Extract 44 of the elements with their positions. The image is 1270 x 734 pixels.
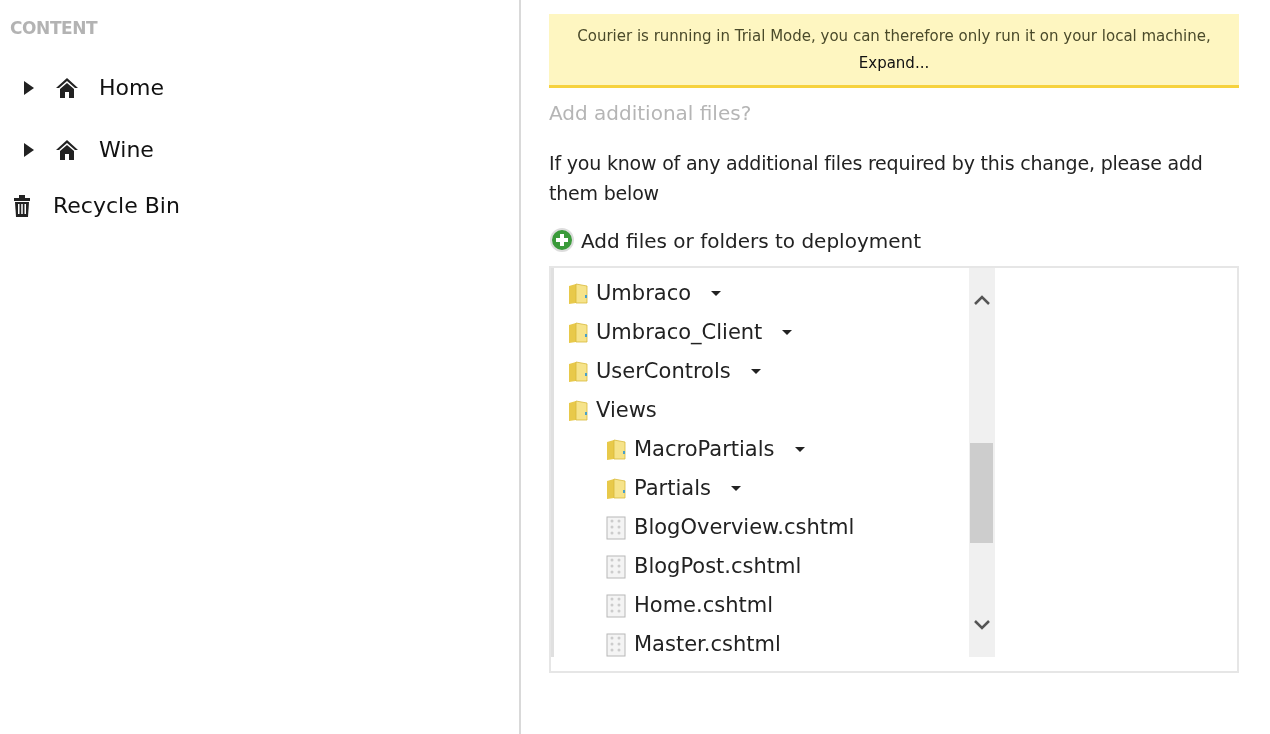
tree-item[interactable]: MacroPartials	[634, 433, 775, 466]
description-text: If you know of any additional files required by this change, please add them below	[549, 151, 1204, 206]
file-icon	[606, 593, 626, 618]
folder-icon	[568, 321, 588, 344]
tree-item[interactable]: Partials	[634, 472, 711, 505]
folder-icon	[568, 360, 588, 383]
expand-link[interactable]: Expand...	[858, 51, 930, 74]
tree-item[interactable]: Umbraco	[596, 277, 692, 310]
tree-item[interactable]: Home	[99, 71, 164, 104]
notice-text: Courier is running in Trial Mode, you can therefore only run it on your local machine,	[577, 26, 1211, 47]
trash-icon	[13, 194, 31, 217]
sidebar-heading: CONTENT	[9, 17, 99, 40]
file-icon	[606, 632, 626, 657]
file-icon	[606, 554, 626, 579]
folder-icon	[606, 438, 626, 461]
caret-icon	[730, 485, 741, 492]
expand-arrow-icon[interactable]	[24, 80, 34, 95]
caret-icon	[794, 446, 805, 453]
section-title: Add additional files?	[549, 100, 753, 127]
tree-item[interactable]: Views	[596, 394, 657, 427]
scroll-thumb[interactable]	[970, 443, 993, 543]
folder-icon	[606, 477, 626, 500]
home-icon	[55, 76, 79, 99]
tree-item[interactable]: Home.cshtml	[634, 589, 773, 622]
tree-item[interactable]: Wine	[99, 133, 154, 166]
scrollbar[interactable]	[969, 268, 995, 657]
folder-icon	[568, 282, 588, 305]
scroll-up-icon[interactable]	[973, 294, 991, 306]
tree-item[interactable]: UserControls	[596, 355, 731, 388]
tree-item[interactable]: Recycle Bin	[53, 189, 180, 222]
add-files-link[interactable]: Add files or folders to deployment	[581, 226, 922, 256]
add-icon[interactable]	[549, 228, 575, 254]
caret-icon	[711, 290, 722, 297]
tree-item[interactable]: Umbraco_Client	[596, 316, 763, 349]
scroll-down-icon[interactable]	[973, 619, 991, 631]
folder-icon	[568, 399, 588, 422]
caret-icon	[750, 368, 761, 375]
tree-item[interactable]: BlogOverview.cshtml	[634, 511, 855, 544]
tree-item[interactable]: Master.cshtml	[634, 628, 781, 657]
home-icon	[55, 138, 79, 161]
tree-item[interactable]: BlogPost.cshtml	[634, 550, 802, 583]
expand-arrow-icon[interactable]	[24, 142, 34, 157]
caret-icon	[782, 329, 793, 336]
file-icon	[606, 515, 626, 540]
